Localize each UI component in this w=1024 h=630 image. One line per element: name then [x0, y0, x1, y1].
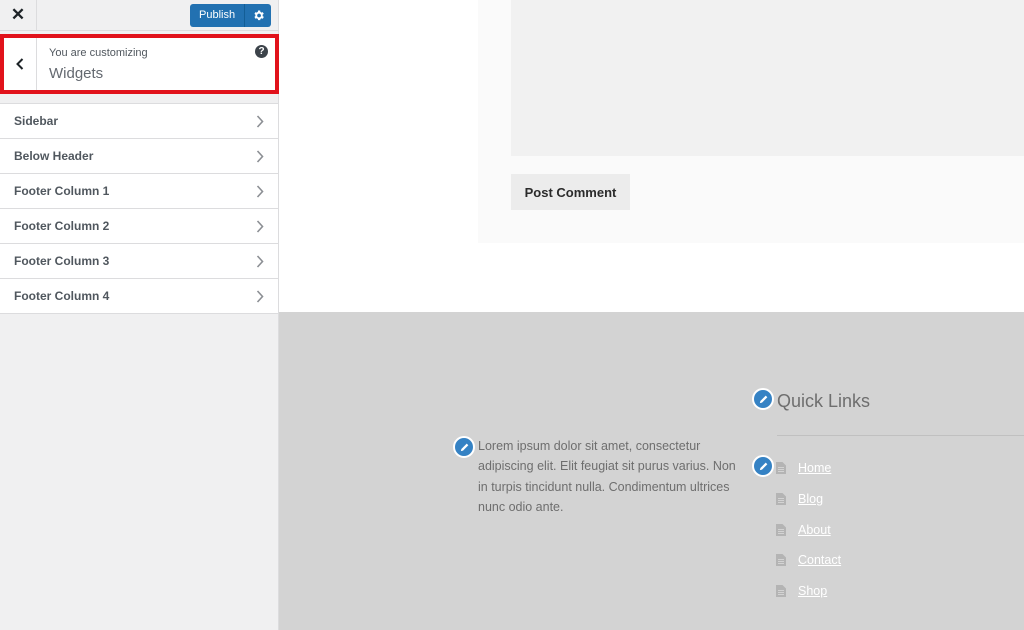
chevron-right-icon [256, 290, 264, 303]
quick-link-about[interactable]: About [798, 523, 831, 537]
document-icon [776, 493, 786, 506]
panel-title: Widgets [49, 65, 104, 82]
customizer-header-actions: ✕ Publish [0, 0, 278, 31]
chevron-right-icon [256, 185, 264, 198]
quick-links-menu: Home Blog About Contact Shop [776, 453, 841, 606]
pencil-icon [759, 395, 767, 403]
section-label: Below Header [14, 149, 94, 163]
chevron-left-icon [16, 58, 24, 70]
chevron-right-icon [256, 115, 264, 128]
quick-link-home[interactable]: Home [798, 461, 831, 475]
section-label: Footer Column 1 [14, 184, 110, 198]
pencil-icon [759, 462, 767, 470]
section-footer-column-2[interactable]: Footer Column 2 [0, 209, 278, 244]
edit-shortcut-quick-links-menu[interactable] [752, 455, 774, 477]
section-label: Footer Column 4 [14, 289, 110, 303]
quick-link-contact[interactable]: Contact [798, 553, 841, 567]
section-label: Footer Column 3 [14, 254, 110, 268]
chevron-right-icon [256, 150, 264, 163]
publish-settings-button[interactable] [244, 4, 272, 27]
edit-shortcut-text-widget[interactable] [453, 436, 475, 458]
section-below-header[interactable]: Below Header [0, 139, 278, 174]
site-preview: Post Comment Lorem ipsum dolor sit amet,… [279, 0, 1024, 630]
widget-area-list: Sidebar Below Header Footer Column 1 Foo… [0, 103, 278, 314]
document-icon [776, 462, 786, 475]
section-label: Footer Column 2 [14, 219, 110, 233]
document-icon [776, 554, 786, 567]
list-item: Shop [776, 576, 841, 607]
document-icon [776, 523, 786, 536]
footer-text-widget: Lorem ipsum dolor sit amet, consectetur … [478, 439, 736, 514]
pencil-icon [460, 443, 468, 451]
section-sidebar[interactable]: Sidebar [0, 104, 278, 139]
chevron-right-icon [256, 220, 264, 233]
section-footer-column-1[interactable]: Footer Column 1 [0, 174, 278, 209]
publish-button[interactable]: Publish [190, 4, 245, 27]
customizer-sidebar: ✕ Publish You are customizing Widgets ? … [0, 0, 279, 630]
quick-links-heading: Quick Links [777, 391, 871, 411]
quick-link-shop[interactable]: Shop [798, 584, 827, 598]
gear-icon [254, 10, 264, 21]
quick-links-divider [777, 435, 1024, 436]
close-icon: ✕ [10, 5, 26, 24]
list-item: Contact [776, 545, 841, 576]
section-footer-column-4[interactable]: Footer Column 4 [0, 279, 278, 314]
document-icon [776, 585, 786, 598]
list-item: About [776, 514, 841, 545]
site-footer: Lorem ipsum dolor sit amet, consectetur … [279, 312, 1024, 630]
comment-form: Post Comment [478, 0, 1024, 243]
section-footer-column-3[interactable]: Footer Column 3 [0, 244, 278, 279]
chevron-right-icon [256, 255, 264, 268]
customizing-label: You are customizing [49, 47, 148, 59]
help-icon[interactable]: ? [255, 45, 268, 58]
close-customizer-button[interactable]: ✕ [0, 0, 37, 30]
panel-header-widgets: You are customizing Widgets ? [0, 34, 279, 94]
back-button[interactable] [4, 38, 37, 90]
section-label: Sidebar [14, 114, 59, 128]
list-item: Home [776, 453, 841, 484]
quick-link-blog[interactable]: Blog [798, 492, 823, 506]
comment-textarea[interactable] [511, 0, 1024, 156]
publish-button-group: Publish [190, 4, 272, 27]
edit-shortcut-quick-links-title[interactable] [752, 388, 774, 410]
post-comment-button[interactable]: Post Comment [511, 174, 630, 210]
list-item: Blog [776, 484, 841, 515]
